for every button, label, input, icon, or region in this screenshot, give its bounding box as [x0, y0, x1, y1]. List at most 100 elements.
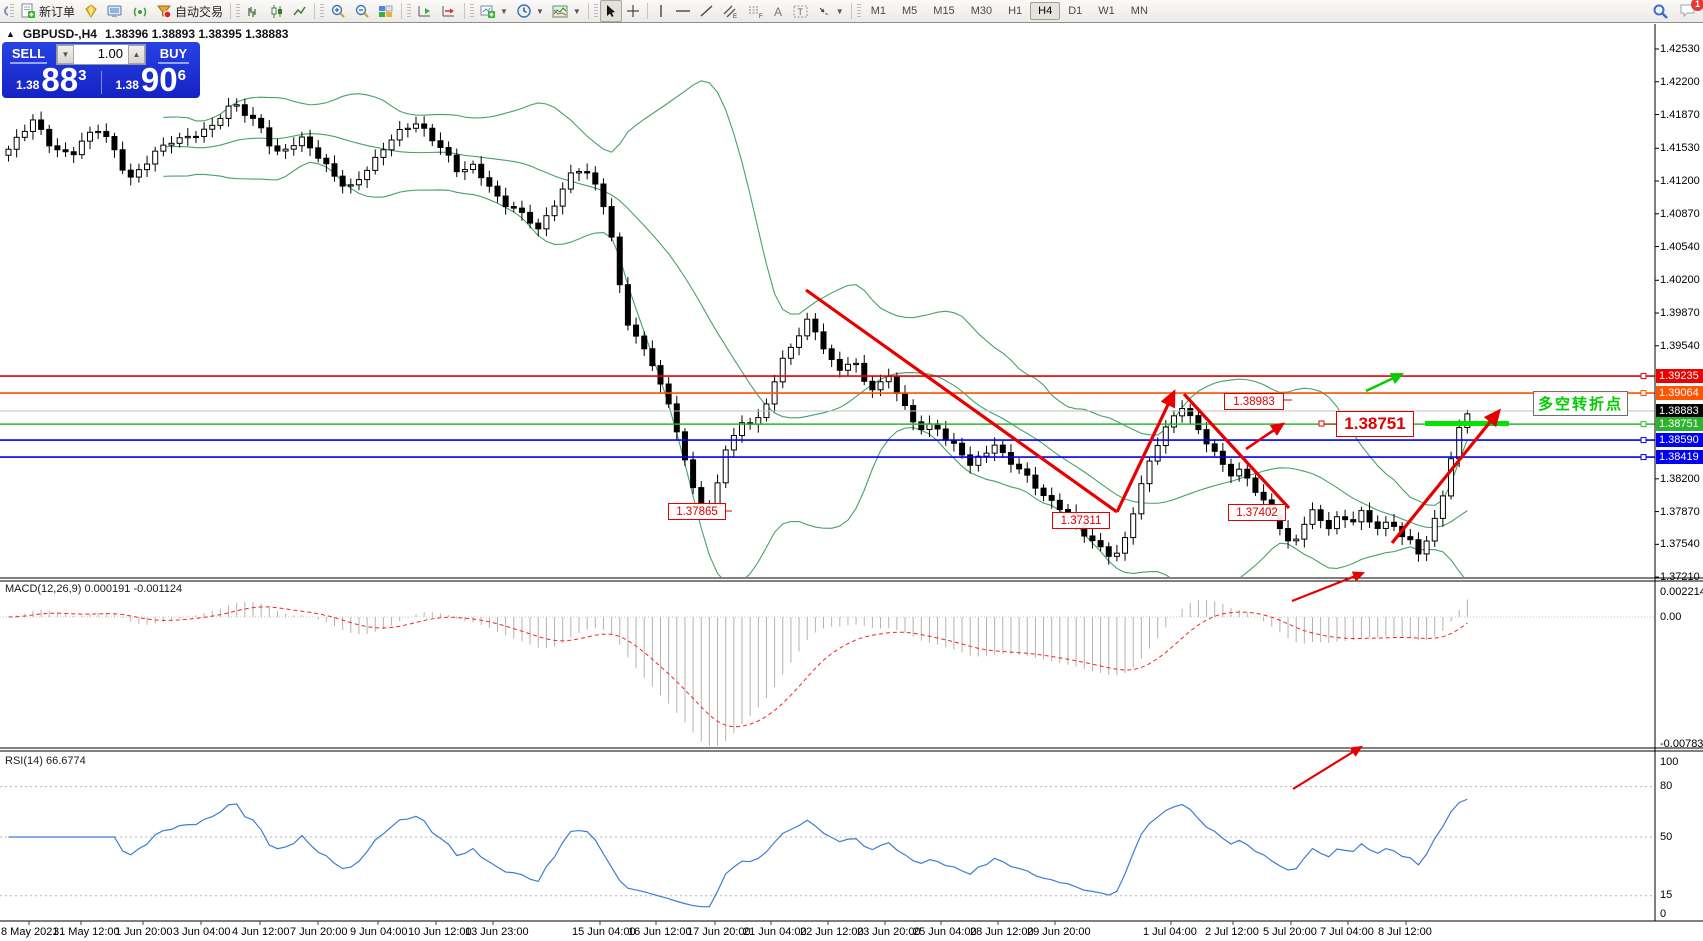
timeframe-m1[interactable]: M1	[863, 2, 894, 20]
indicators-dropdown-icon: ▼	[573, 7, 581, 16]
svg-text:A: A	[774, 5, 782, 18]
indicator-axis-label: 0.002214	[1660, 586, 1703, 598]
text-label-button[interactable]: T	[789, 1, 813, 21]
gem-button[interactable]	[79, 1, 103, 21]
indicator-axis-label: 100	[1660, 756, 1678, 768]
indicator-axis-label: 80	[1660, 780, 1672, 792]
timeframe-m5[interactable]: M5	[894, 2, 925, 20]
candlestick-chart-icon	[269, 4, 284, 19]
chart-title: ▲ GBPUSD-,H4 1.38396 1.38893 1.38395 1.3…	[6, 27, 288, 41]
toolbar-drag-handle[interactable]	[10, 4, 14, 18]
cn-turning-point-note[interactable]: 多空转折点	[1533, 391, 1628, 416]
zoom-out-icon	[354, 3, 370, 19]
time-tick: 4 Jun 12:00	[232, 926, 290, 938]
timeframe-m15[interactable]: M15	[925, 2, 962, 20]
chart-shift-button[interactable]	[437, 1, 461, 21]
macd-label: MACD(12,26,9) 0.000191 -0.001124	[5, 583, 182, 595]
price-badge: 1.39064	[1656, 386, 1703, 400]
cursor-icon	[605, 4, 617, 18]
price-annotation[interactable]: 1.38983	[1224, 393, 1284, 410]
svg-text:E: E	[733, 14, 737, 19]
fibonacci-button[interactable]: F	[743, 1, 768, 21]
chart-surface[interactable]	[0, 0, 1703, 941]
collapse-panel-icon[interactable]: ▲	[6, 29, 15, 39]
macd-pane	[0, 599, 1655, 746]
price-annotation[interactable]: 1.37402	[1228, 504, 1286, 521]
new-chart-button[interactable]: ▼	[476, 1, 512, 21]
rsi-label: RSI(14) 66.6774	[5, 755, 86, 767]
time-tick: 22 Jun 12:00	[800, 926, 864, 938]
search-icon[interactable]	[1652, 3, 1669, 20]
text-label-icon: T	[793, 4, 809, 19]
new-chart-icon	[480, 4, 496, 19]
cursor-button[interactable]	[600, 0, 622, 22]
timeframe-bar: M1M5M15M30H1H4D1W1MN	[863, 2, 1156, 20]
price-annotation[interactable]: 1.38751	[1336, 411, 1414, 437]
clock-icon	[516, 3, 532, 19]
crosshair-button[interactable]	[622, 1, 644, 21]
fibonacci-icon: F	[747, 4, 764, 19]
autotrading-label: 自动交易	[175, 3, 223, 20]
auto-scroll-button[interactable]	[413, 1, 437, 21]
text-button[interactable]: A	[768, 1, 789, 21]
time-tick: 9 Jun 04:00	[350, 926, 408, 938]
timeframe-mn[interactable]: MN	[1123, 2, 1156, 20]
time-tick: 23 Jun 20:00	[857, 926, 921, 938]
equidistant-channel-icon: E	[722, 4, 739, 19]
autotrading-icon	[156, 4, 172, 19]
timeframe-h1[interactable]: H1	[1000, 2, 1030, 20]
new-order-label: 新订单	[39, 3, 75, 20]
timeframe-h4[interactable]: H4	[1030, 2, 1060, 20]
price-tick: 1.41530	[1660, 142, 1700, 154]
autotrading-button[interactable]: 自动交易	[152, 1, 227, 21]
time-tick: 3 Jun 04:00	[173, 926, 231, 938]
sell-price[interactable]: 1.38883	[2, 67, 101, 98]
price-badge: 1.39235	[1656, 369, 1703, 383]
time-tick: 13 Jun 23:00	[465, 926, 529, 938]
new-order-button[interactable]: 新订单	[16, 1, 79, 21]
arrows-tool-button[interactable]: ▼	[813, 1, 848, 21]
buy-price[interactable]: 1.38906	[102, 67, 201, 98]
price-tick: 1.40200	[1660, 274, 1700, 286]
periods-dropdown-icon: ▼	[536, 7, 544, 16]
tile-windows-button[interactable]	[374, 1, 398, 21]
rsi-line	[9, 799, 1468, 906]
candlestick-chart-button[interactable]	[265, 1, 288, 21]
price-annotation[interactable]: 1.37311	[1052, 512, 1110, 529]
time-tick: 21 Jun 04:00	[743, 926, 807, 938]
periods-button[interactable]: ▼	[512, 1, 548, 21]
equidistant-channel-button[interactable]: E	[718, 1, 743, 21]
time-tick: 8 May 2021	[1, 926, 58, 938]
svg-text:T: T	[797, 7, 803, 17]
zoom-in-button[interactable]	[326, 1, 350, 21]
green-breakout-line[interactable]	[1425, 421, 1509, 426]
price-tick: 1.39870	[1660, 307, 1700, 319]
time-tick: 15 Jun 04:00	[572, 926, 636, 938]
vertical-line-button[interactable]	[651, 1, 671, 21]
notifications-button[interactable]: 1	[1679, 2, 1697, 21]
indicators-button[interactable]: ▼	[548, 1, 585, 21]
indicator-axis-label: 0.00	[1660, 611, 1681, 623]
svg-text:F: F	[759, 14, 763, 19]
horizontal-line-button[interactable]	[671, 1, 695, 21]
arrows-tool-icon	[817, 4, 832, 18]
line-chart-button[interactable]	[288, 1, 311, 21]
time-tick: 2 Jul 12:00	[1205, 926, 1259, 938]
bar-chart-button[interactable]	[242, 1, 265, 21]
bar-chart-icon	[246, 4, 261, 19]
volume-input[interactable]: 1.00	[74, 45, 128, 64]
crosshair-icon	[626, 4, 640, 18]
indicator-axis-label: 50	[1660, 831, 1672, 843]
new-chart-dropdown-icon: ▼	[500, 7, 508, 16]
timeframe-w1[interactable]: W1	[1090, 2, 1123, 20]
mt4-window: { "toolbar": { "new_order_label": "新订单",…	[0, 0, 1703, 941]
price-tick: 1.41200	[1660, 175, 1700, 187]
trendline-button[interactable]	[695, 1, 718, 21]
price-annotation[interactable]: 1.37865	[668, 503, 726, 520]
timeframe-d1[interactable]: D1	[1060, 2, 1090, 20]
indicator-axis-label: 15	[1660, 889, 1672, 901]
terminal-button[interactable]	[103, 1, 128, 21]
timeframe-m30[interactable]: M30	[963, 2, 1000, 20]
zoom-out-button[interactable]	[350, 1, 374, 21]
signal-button[interactable]	[128, 1, 152, 21]
